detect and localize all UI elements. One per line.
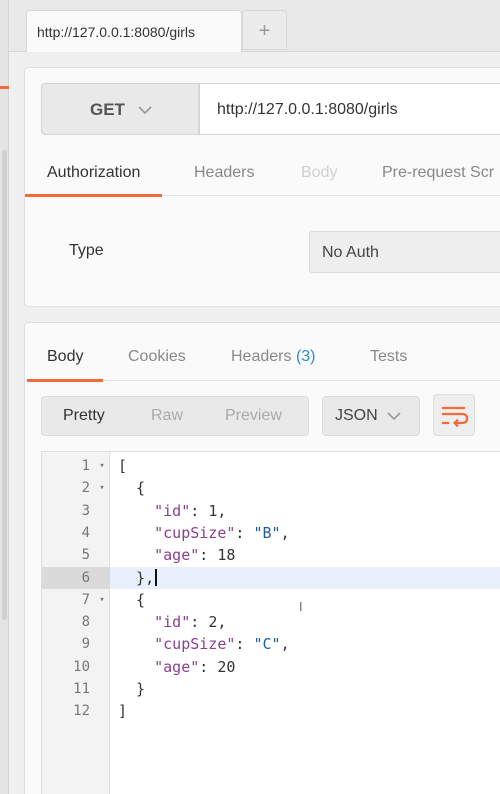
- raw-button[interactable]: Raw: [151, 397, 183, 435]
- code-text: {: [118, 590, 146, 609]
- code-line: 3 "id": 1,: [42, 500, 500, 522]
- code-line: 8 "id": 2,: [42, 611, 500, 633]
- fold-toggle-icon[interactable]: ▾: [96, 589, 108, 611]
- code-line: 11 }: [42, 678, 500, 700]
- response-body-editor[interactable]: 1 ▾[2 ▾ {3 "id": 1, 4 "cupSize": "B", 5 "age…: [41, 451, 500, 794]
- tab-body[interactable]: Body: [301, 150, 337, 196]
- text-caret: [155, 568, 158, 586]
- fold-toggle-icon[interactable]: ▾: [96, 455, 108, 477]
- code-line: 10 "age": 20: [42, 656, 500, 678]
- json-value: 1: [208, 501, 218, 520]
- format-label: JSON: [335, 407, 378, 424]
- json-key: "cupSize": [154, 523, 236, 542]
- text-cursor-icon: I: [299, 600, 303, 614]
- code-line: 5 "age": 18: [42, 544, 500, 566]
- method-label: GET: [90, 100, 125, 119]
- code-text: "id": 1,: [154, 501, 227, 520]
- request-tabs: Authorization Headers Body Pre-request S…: [24, 150, 500, 197]
- code-line: 9 "cupSize": "C",: [42, 633, 500, 655]
- tab-cookies[interactable]: Cookies: [128, 337, 186, 381]
- response-panel: Body Cookies Headers (3) Tests Pretty Ra…: [24, 322, 500, 794]
- code-text: "age": 20: [154, 657, 236, 676]
- response-toolbar: Pretty Raw Preview JSON: [25, 391, 500, 439]
- chevron-down-icon: [387, 397, 401, 450]
- sidebar-active-marker: [0, 86, 9, 89]
- line-number: 9: [81, 636, 90, 653]
- wrap-lines-button[interactable]: [433, 394, 475, 436]
- json-key: "id": [154, 613, 191, 632]
- request-tab[interactable]: http://127.0.0.1:8080/girls: [26, 10, 242, 52]
- chevron-down-icon: [138, 84, 152, 158]
- line-number: 12: [73, 703, 90, 720]
- code-text: {: [118, 479, 146, 498]
- code-line: 7 ▾ {: [42, 589, 500, 611]
- line-number: 3: [81, 502, 90, 519]
- json-value: "C": [253, 635, 281, 654]
- json-value: 2: [208, 613, 218, 632]
- code-line: 2 ▾ {: [42, 477, 500, 499]
- code-line: 4 "cupSize": "B",: [42, 522, 500, 544]
- code-text: [: [118, 457, 128, 475]
- auth-type-label: Type: [69, 242, 104, 259]
- tab-authorization[interactable]: Authorization: [24, 150, 163, 197]
- tab-pre-request-script[interactable]: Pre-request Scr: [382, 150, 494, 196]
- json-value: 20: [217, 657, 236, 676]
- headers-label: Headers: [231, 348, 292, 365]
- auth-type-select[interactable]: No Auth: [309, 231, 500, 273]
- sidebar-scrollbar[interactable]: [2, 150, 7, 620]
- tab-headers[interactable]: Headers: [194, 150, 254, 196]
- headers-count-badge: (3): [295, 348, 316, 365]
- sidebar-edge: [0, 0, 9, 794]
- code-text: "age": 18: [154, 546, 236, 565]
- request-panel: GET http://127.0.0.1:8080/girls Authoriz…: [24, 67, 500, 307]
- pretty-button[interactable]: Pretty: [63, 397, 105, 435]
- line-number: 5: [81, 547, 90, 564]
- line-number: 4: [81, 524, 90, 541]
- code-text: ]: [118, 702, 128, 721]
- preview-button[interactable]: Preview: [225, 397, 282, 435]
- code-line: 12]: [42, 700, 500, 722]
- code-text: },: [118, 567, 158, 589]
- code-line: 1 ▾[: [42, 455, 500, 477]
- line-number: 10: [73, 658, 90, 675]
- line-number: 8: [81, 614, 90, 631]
- fold-toggle-icon[interactable]: ▾: [96, 477, 108, 499]
- wrap-lines-icon: [442, 406, 469, 428]
- url-input[interactable]: http://127.0.0.1:8080/girls: [199, 83, 500, 135]
- tab-response-body[interactable]: Body: [26, 337, 105, 382]
- code-text: "id": 2,: [154, 613, 227, 632]
- view-mode-group: Pretty Raw Preview: [41, 396, 309, 436]
- request-tab-bar: http://127.0.0.1:8080/girls +: [9, 0, 500, 52]
- json-key: "cupSize": [154, 635, 236, 654]
- format-select[interactable]: JSON: [322, 396, 420, 436]
- json-key: "age": [154, 657, 200, 676]
- code-line: 6 },: [42, 566, 500, 589]
- tab-response-headers[interactable]: Headers (3): [231, 337, 316, 381]
- code-text: "cupSize": "C",: [154, 635, 290, 654]
- code-text: }: [118, 680, 146, 698]
- json-value: "B": [253, 523, 281, 542]
- json-value: 18: [217, 546, 236, 565]
- json-key: "age": [154, 546, 200, 565]
- json-key: "id": [154, 501, 191, 520]
- new-tab-button[interactable]: +: [242, 10, 287, 50]
- tab-tests[interactable]: Tests: [370, 337, 407, 381]
- method-select[interactable]: GET: [41, 83, 199, 135]
- response-tabs: Body Cookies Headers (3) Tests: [25, 337, 500, 382]
- line-number: 6: [42, 566, 110, 589]
- code-text: "cupSize": "B",: [154, 523, 290, 542]
- line-number: 11: [73, 681, 90, 697]
